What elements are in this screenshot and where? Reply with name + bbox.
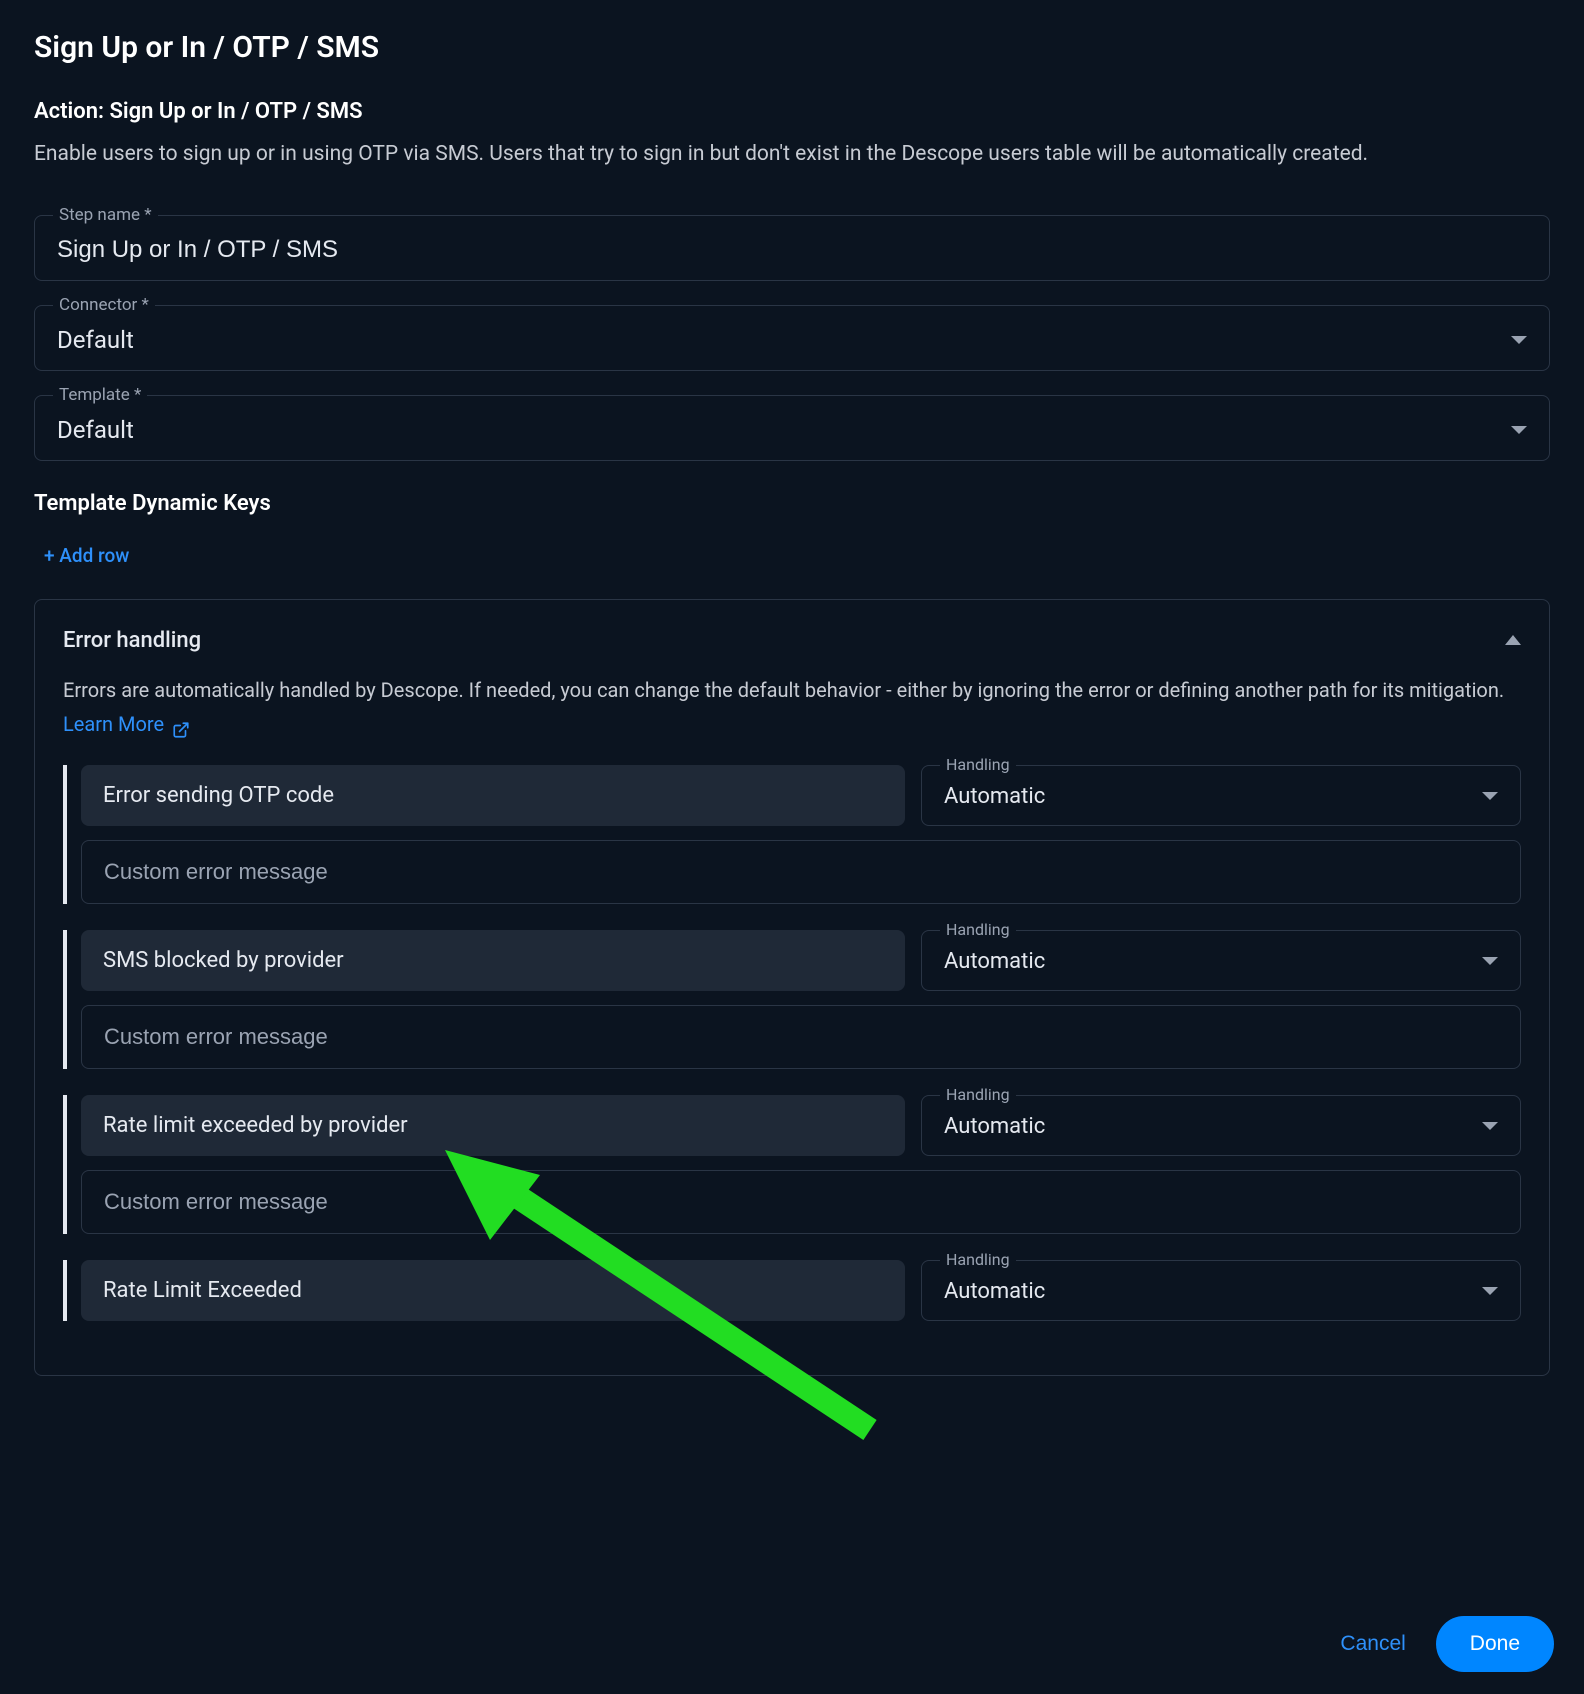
learn-more-link[interactable]: Learn More: [63, 707, 190, 741]
connector-label: Connector *: [53, 295, 155, 315]
chevron-down-icon: [1482, 957, 1498, 965]
error-name-chip: Rate limit exceeded by provider: [81, 1095, 905, 1156]
handling-value: Automatic: [944, 1114, 1045, 1139]
connector-value: Default: [57, 326, 134, 354]
custom-error-message-input[interactable]: [82, 841, 1520, 903]
handling-label: Handling: [940, 920, 1016, 939]
custom-error-message-field[interactable]: [81, 840, 1521, 904]
custom-error-message-input[interactable]: [82, 1006, 1520, 1068]
template-label: Template *: [53, 385, 147, 405]
error-block: Rate limit exceeded by provider HandlingA…: [63, 1095, 1521, 1234]
handling-select[interactable]: Automatic: [922, 766, 1520, 825]
handling-value: Automatic: [944, 784, 1045, 809]
error-block: Error sending OTP code HandlingAutomatic: [63, 765, 1521, 904]
handling-select[interactable]: Automatic: [922, 931, 1520, 990]
handling-field[interactable]: HandlingAutomatic: [921, 1095, 1521, 1156]
template-value: Default: [57, 416, 134, 444]
handling-select[interactable]: Automatic: [922, 1096, 1520, 1155]
handling-select[interactable]: Automatic: [922, 1261, 1520, 1320]
learn-more-text: Learn More: [63, 707, 164, 741]
handling-label: Handling: [940, 755, 1016, 774]
action-description: Enable users to sign up or in using OTP …: [34, 138, 1550, 171]
done-button[interactable]: Done: [1436, 1616, 1554, 1672]
error-handling-desc-text: Errors are automatically handled by Desc…: [63, 678, 1504, 702]
handling-label: Handling: [940, 1250, 1016, 1269]
external-link-icon: [172, 715, 190, 733]
handling-field[interactable]: HandlingAutomatic: [921, 765, 1521, 826]
handling-field[interactable]: HandlingAutomatic: [921, 930, 1521, 991]
template-field[interactable]: Template * Default: [34, 395, 1550, 461]
custom-error-message-field[interactable]: [81, 1170, 1521, 1234]
error-name-chip: Error sending OTP code: [81, 765, 905, 826]
page-title: Sign Up or In / OTP / SMS: [34, 30, 1550, 65]
action-label: Action: Sign Up or In / OTP / SMS: [34, 99, 1550, 124]
chevron-down-icon: [1482, 792, 1498, 800]
step-name-input[interactable]: [35, 216, 1549, 280]
error-handling-panel: Error handling Errors are automatically …: [34, 599, 1550, 1376]
error-block: Rate Limit Exceeded HandlingAutomatic: [63, 1260, 1521, 1321]
error-handling-description: Errors are automatically handled by Desc…: [63, 673, 1521, 741]
step-name-label: Step name *: [53, 205, 158, 225]
custom-error-message-input[interactable]: [82, 1171, 1520, 1233]
dynamic-keys-title: Template Dynamic Keys: [34, 491, 1550, 516]
template-select[interactable]: Default: [35, 396, 1549, 460]
chevron-up-icon[interactable]: [1505, 635, 1521, 645]
custom-error-message-field[interactable]: [81, 1005, 1521, 1069]
cancel-button[interactable]: Cancel: [1332, 1620, 1413, 1668]
chevron-down-icon: [1482, 1287, 1498, 1295]
connector-select[interactable]: Default: [35, 306, 1549, 370]
add-row-button[interactable]: + Add row: [44, 536, 129, 575]
error-name-chip: SMS blocked by provider: [81, 930, 905, 991]
error-name-chip: Rate Limit Exceeded: [81, 1260, 905, 1321]
handling-field[interactable]: HandlingAutomatic: [921, 1260, 1521, 1321]
handling-label: Handling: [940, 1085, 1016, 1104]
chevron-down-icon: [1511, 336, 1527, 344]
connector-field[interactable]: Connector * Default: [34, 305, 1550, 371]
chevron-down-icon: [1482, 1122, 1498, 1130]
handling-value: Automatic: [944, 1279, 1045, 1304]
step-name-field[interactable]: Step name *: [34, 215, 1550, 281]
handling-value: Automatic: [944, 949, 1045, 974]
error-handling-title: Error handling: [63, 628, 201, 653]
chevron-down-icon: [1511, 426, 1527, 434]
footer: Cancel Done: [0, 1594, 1584, 1694]
error-block: SMS blocked by provider HandlingAutomatic: [63, 930, 1521, 1069]
